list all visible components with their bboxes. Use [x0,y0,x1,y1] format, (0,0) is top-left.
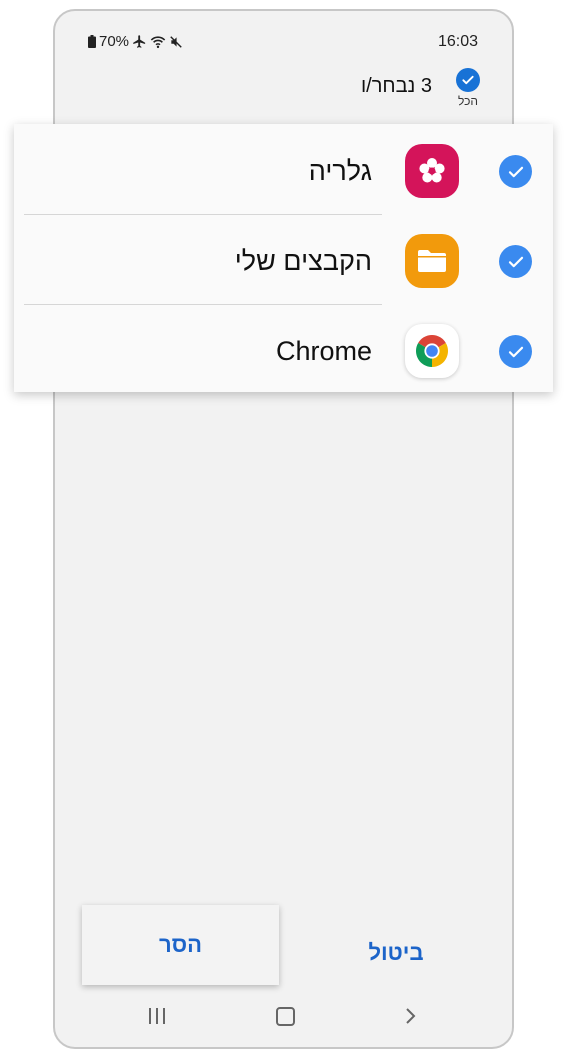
checkbox[interactable] [499,155,532,188]
check-icon [508,256,523,267]
list-item-gallery[interactable]: גלריה [14,126,553,216]
app-name: גלריה [308,156,372,186]
divider [24,214,382,215]
checkbox[interactable] [499,335,532,368]
selected-count: 3 נבחר/ו [360,75,432,97]
my-files-icon [405,234,459,288]
list-item-my-files[interactable]: הקבצים שלי [14,216,553,306]
cancel-button[interactable]: ביטול [351,933,441,973]
mute-icon [170,35,182,48]
app-name: Chrome [275,336,372,366]
divider [24,304,382,305]
check-icon [508,346,523,357]
app-list: גלריה הקבצים שלי Chrome [14,124,553,392]
airplane-icon [133,35,146,48]
status-icons: 70% [88,33,183,50]
checkbox[interactable] [499,245,532,278]
app-name: הקבצים שלי [234,246,372,276]
wifi-icon [150,35,166,48]
battery-icon [88,35,96,48]
select-all-label: הכל [457,94,479,108]
select-all-check-icon [456,68,480,92]
clock: 16:03 [437,33,478,50]
remove-button[interactable]: הסר [82,905,279,985]
chrome-icon [405,324,459,378]
select-all-checkbox[interactable]: הכל [451,68,485,108]
check-icon [508,166,523,177]
battery-level: 70% [99,33,130,50]
list-item-chrome[interactable]: Chrome [14,306,553,396]
gallery-icon [405,144,459,198]
